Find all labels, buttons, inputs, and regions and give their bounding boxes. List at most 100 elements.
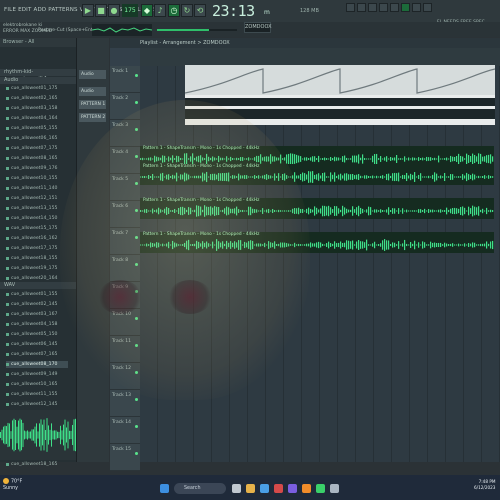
- track-mute-led[interactable]: [135, 317, 138, 320]
- audio-clip[interactable]: Pattern 1 - ShapeTransm - Mono - 1s Chop…: [140, 198, 494, 219]
- browser-file-item[interactable]: cue_allsweet11_155: [6, 391, 68, 398]
- audio-clip[interactable]: Pattern 1 - ShapeTransm - Mono - 1s Chop…: [140, 164, 494, 185]
- browser-file-item[interactable]: cue_allsweet06_145: [6, 341, 68, 348]
- discord-icon[interactable]: [288, 484, 297, 493]
- track-mute-led[interactable]: [135, 398, 138, 401]
- pattern-mode-button[interactable]: ◆: [141, 4, 153, 17]
- spotify-icon[interactable]: [316, 484, 325, 493]
- weather-widget[interactable]: 70°F Sunny: [3, 478, 22, 492]
- track-mute-led[interactable]: [135, 236, 138, 239]
- browser-file-item[interactable]: cue_allsweet13_155: [6, 205, 68, 212]
- windows-start-icon[interactable]: [160, 484, 169, 493]
- track-header[interactable]: Track 5: [110, 174, 140, 201]
- pattern-item[interactable]: Audio: [79, 70, 106, 79]
- browser-file-item[interactable]: cue_allsweet18_155: [6, 255, 68, 262]
- app-icon[interactable]: [330, 484, 339, 493]
- browser-file-item[interactable]: cue_allsweet03_167: [6, 311, 68, 318]
- playlist-icon[interactable]: [390, 3, 399, 12]
- tempo-tapper-icon[interactable]: [412, 3, 421, 12]
- countdown-button[interactable]: ↻: [181, 4, 193, 17]
- browser-file-item[interactable]: cue_allsweet03_158: [6, 105, 68, 112]
- folder-wav[interactable]: WAV: [0, 282, 76, 289]
- browser-file-item[interactable]: cue_allsweet09_176: [6, 165, 68, 172]
- piano-roll-icon[interactable]: [357, 3, 366, 12]
- channel-rack-icon[interactable]: [368, 3, 377, 12]
- playlist-title[interactable]: Playlist - Arrangement > ZOMDOOX: [110, 38, 500, 48]
- mixer-icon[interactable]: [346, 3, 355, 12]
- browser-file-item[interactable]: cue_allsweet17_175: [6, 245, 68, 252]
- browser-file-item[interactable]: cue_allsweet15_175: [6, 225, 68, 232]
- pattern-item[interactable]: Audio: [79, 87, 106, 96]
- track-header[interactable]: Track 7: [110, 228, 140, 255]
- track-header[interactable]: Track 9: [110, 282, 140, 309]
- metronome-button[interactable]: ◷: [168, 4, 180, 17]
- stop-button[interactable]: ■: [95, 4, 107, 17]
- chrome-icon[interactable]: [274, 484, 283, 493]
- track-mute-led[interactable]: [135, 182, 138, 185]
- edge-icon[interactable]: [260, 484, 269, 493]
- task-view-icon[interactable]: [232, 484, 241, 493]
- pattern-item[interactable]: PATTERN 2: [79, 113, 106, 122]
- file-explorer-icon[interactable]: [246, 484, 255, 493]
- track-header[interactable]: Track 1: [110, 66, 140, 93]
- track-header[interactable]: Track 2: [110, 93, 140, 120]
- timeline-ruler[interactable]: [140, 48, 500, 66]
- browser-file-item[interactable]: cue_allsweet11_140: [6, 185, 68, 192]
- browser-header[interactable]: Browser - All: [0, 38, 76, 47]
- track-mute-led[interactable]: [135, 344, 138, 347]
- search-box[interactable]: Search: [174, 483, 226, 494]
- audio-clip[interactable]: Pattern 1 - ShapeTransm - Mono - 1s Chop…: [140, 232, 494, 253]
- browser-file-item[interactable]: cue_allsweet12_151: [6, 195, 68, 202]
- browser-file-item[interactable]: cue_allsweet07_165: [6, 351, 68, 358]
- record-button[interactable]: ●: [108, 4, 120, 17]
- arrangement-grid[interactable]: Pattern 1 - ShapeTransm - Mono - 1s Chop…: [140, 66, 500, 462]
- browser-file-item[interactable]: cue_allsweet10_165: [6, 381, 68, 388]
- track-mute-led[interactable]: [135, 371, 138, 374]
- track-header[interactable]: Track 8: [110, 255, 140, 282]
- pattern-item[interactable]: PATTERN 1: [79, 100, 106, 109]
- track-header[interactable]: Track 4: [110, 147, 140, 174]
- automation-clip[interactable]: [185, 65, 495, 125]
- track-header[interactable]: Track 11: [110, 336, 140, 363]
- track-header[interactable]: Track 14: [110, 417, 140, 444]
- browser-file-item[interactable]: cue_allsweet06_165: [6, 135, 68, 142]
- track-mute-led[interactable]: [135, 452, 138, 455]
- track-header[interactable]: Track 15: [110, 444, 140, 471]
- pattern-selector[interactable]: ZOMDOOX: [244, 22, 272, 33]
- folder-audio[interactable]: Audio: [0, 77, 76, 84]
- track-mute-led[interactable]: [135, 155, 138, 158]
- browser-file-item[interactable]: cue_allsweet04_158: [6, 321, 68, 328]
- system-clock[interactable]: 7:48 PM 6/12/2023: [474, 479, 495, 491]
- play-button[interactable]: ▶: [82, 4, 94, 17]
- browser-file-item[interactable]: cue_allsweet02_145: [6, 301, 68, 308]
- track-mute-led[interactable]: [135, 290, 138, 293]
- browser-file-item[interactable]: cue_allsweet02_165: [6, 95, 68, 102]
- browser-file-item[interactable]: cue_allsweet04_164: [6, 115, 68, 122]
- browser-file-item[interactable]: cue_allsweet18_165: [6, 461, 68, 468]
- plugin-icon[interactable]: [401, 3, 410, 12]
- track-header[interactable]: Track 3: [110, 120, 140, 147]
- browser-file-item[interactable]: cue_allsweet10_155: [6, 175, 68, 182]
- track-mute-led[interactable]: [135, 263, 138, 266]
- browser-file-item[interactable]: cue_allsweet12_145: [6, 401, 68, 408]
- browser-file-item[interactable]: cue_allsweet05_150: [6, 331, 68, 338]
- browser-file-item[interactable]: cue_allsweet19_175: [6, 265, 68, 272]
- browser-file-item[interactable]: cue_allsweet08_170: [6, 361, 68, 368]
- track-mute-led[interactable]: [135, 101, 138, 104]
- browser-file-item[interactable]: cue_allsweet07_175: [6, 145, 68, 152]
- track-mute-led[interactable]: [135, 425, 138, 428]
- track-header[interactable]: Track 6: [110, 201, 140, 228]
- track-mute-led[interactable]: [135, 128, 138, 131]
- render-icon[interactable]: [423, 3, 432, 12]
- browser-file-item[interactable]: cue_allsweet05_155: [6, 125, 68, 132]
- loop-record-button[interactable]: ⟲: [194, 4, 206, 17]
- track-mute-led[interactable]: [135, 74, 138, 77]
- browser-file-item[interactable]: cue_allsweet14_150: [6, 215, 68, 222]
- fl-studio-icon[interactable]: [302, 484, 311, 493]
- browser-file-item[interactable]: cue_allsweet20_164: [6, 275, 68, 282]
- track-header[interactable]: Track 12: [110, 363, 140, 390]
- track-header[interactable]: Track 10: [110, 309, 140, 336]
- browser-file-item[interactable]: cue_allsweet08_165: [6, 155, 68, 162]
- browser-file-item[interactable]: cue_allsweet01_175: [6, 85, 68, 92]
- browser-file-item[interactable]: cue_allsweet09_149: [6, 371, 68, 378]
